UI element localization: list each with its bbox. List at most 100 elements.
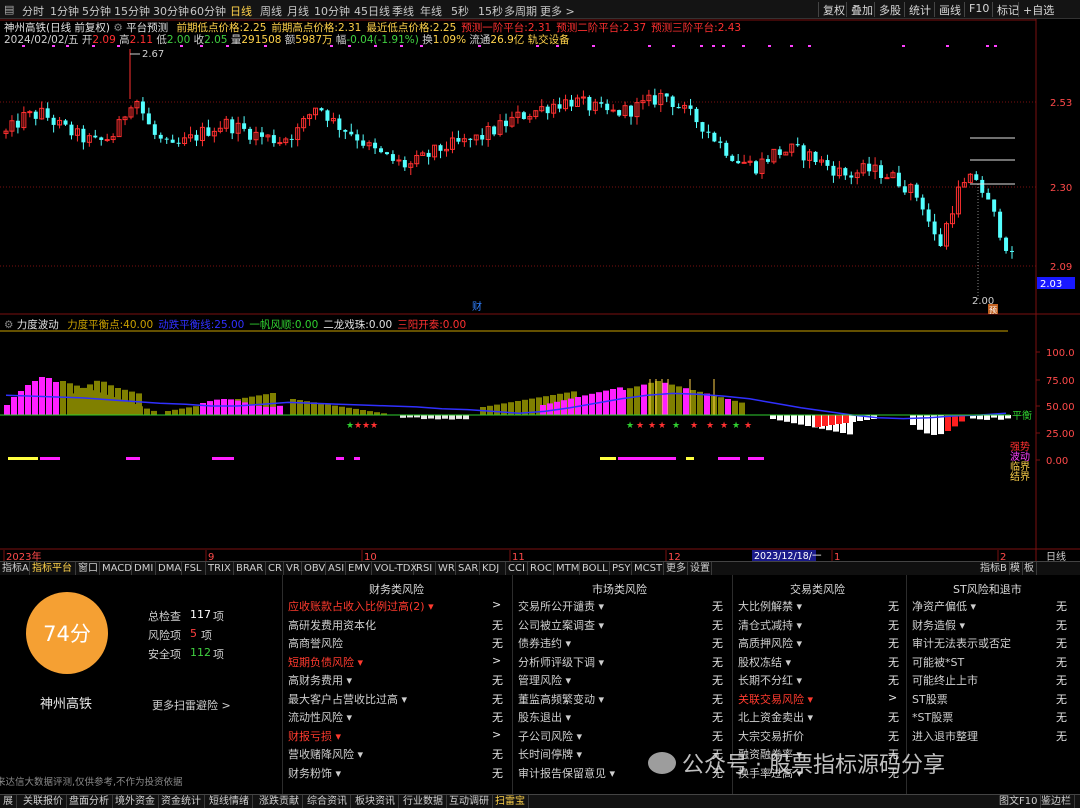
bottom-tab-0[interactable]: 展: [0, 795, 17, 808]
risk-row[interactable]: 大比例解禁 ▾ 无: [738, 598, 904, 616]
period-12[interactable]: 年线: [420, 3, 442, 19]
risk-row[interactable]: 高商誉风险 无: [288, 635, 508, 653]
risk-row[interactable]: 财务粉饰 ▾ 无: [288, 765, 508, 783]
risk-row[interactable]: 股东退出 ▾ 无: [518, 709, 728, 727]
toolbar-button-5[interactable]: F10: [964, 2, 993, 17]
indicator-tab-8[interactable]: BRAR: [234, 562, 266, 576]
risk-row[interactable]: 高财务费用 ▾ 无: [288, 672, 508, 690]
menu-icon[interactable]: ▤: [4, 3, 14, 16]
bottom-right-1[interactable]: 鉴边栏: [1038, 795, 1075, 808]
period-14[interactable]: 15秒: [478, 3, 503, 19]
bottom-tab-9[interactable]: 行业数据: [400, 795, 447, 808]
sub-indicator-name[interactable]: 力度波动: [17, 319, 59, 331]
indicator-tab-20[interactable]: ROC: [528, 562, 554, 576]
risk-row[interactable]: 子公司风险 ▾ 无: [518, 728, 728, 746]
indicator-tab-12[interactable]: ASI: [326, 562, 346, 576]
period-2[interactable]: 5分钟: [82, 3, 111, 19]
indicator-right-1[interactable]: 模: [1008, 562, 1023, 576]
bottom-tab-5[interactable]: 短线情绪: [206, 795, 253, 808]
indicator-tab-10[interactable]: VR: [284, 562, 302, 576]
toolbar-button-2[interactable]: 多股: [874, 2, 905, 17]
bottom-tab-3[interactable]: 境外资金: [112, 795, 159, 808]
risk-row[interactable]: ST股票 无: [912, 691, 1072, 709]
period-3[interactable]: 15分钟: [114, 3, 150, 19]
period-5[interactable]: 60分钟: [190, 3, 226, 19]
toolbar-button-0[interactable]: 复权: [818, 2, 849, 17]
bottom-tab-4[interactable]: 资金统计: [158, 795, 205, 808]
period-15[interactable]: 多周期: [504, 3, 537, 19]
risk-row[interactable]: 公司被立案调查 ▾ 无: [518, 617, 728, 635]
more-scan-link[interactable]: 更多扫雷避险 >: [152, 697, 231, 713]
indicator-right-2[interactable]: 板: [1022, 562, 1037, 576]
indicator-tab-0[interactable]: 指标A: [0, 562, 30, 576]
indicator-tab-6[interactable]: FSL: [182, 562, 206, 576]
period-11[interactable]: 季线: [392, 3, 414, 19]
indicator-tab-18[interactable]: KDJ: [480, 562, 506, 576]
indicator-tab-26[interactable]: 设置: [688, 562, 712, 576]
risk-row[interactable]: 清仓式减持 ▾ 无: [738, 617, 904, 635]
bottom-tab-6[interactable]: 涨跌贡献: [256, 795, 303, 808]
risk-row[interactable]: 分析师评级下调 ▾ 无: [518, 654, 728, 672]
risk-row[interactable]: 北上资金卖出 ▾ 无: [738, 709, 904, 727]
risk-row[interactable]: 高研发费用资本化 无: [288, 617, 508, 635]
risk-row[interactable]: 可能终止上市 无: [912, 672, 1072, 690]
indicator-tab-13[interactable]: EMV: [346, 562, 372, 576]
risk-row[interactable]: 财报亏损 ▾ >: [288, 728, 508, 746]
toolbar-button-1[interactable]: 叠加: [846, 2, 877, 17]
risk-row[interactable]: 关联交易风险 ▾ >: [738, 691, 904, 709]
period-10[interactable]: 45日线: [354, 3, 390, 19]
risk-row[interactable]: 可能被*ST 无: [912, 654, 1072, 672]
indicator-tab-25[interactable]: 更多: [664, 562, 688, 576]
bottom-tab-7[interactable]: 综合资讯: [304, 795, 351, 808]
indicator-tab-5[interactable]: DMA: [156, 562, 182, 576]
sector-label[interactable]: 轨交设备: [528, 34, 570, 46]
period-9[interactable]: 10分钟: [314, 3, 350, 19]
risk-row[interactable]: 董监高频繁变动 ▾ 无: [518, 691, 728, 709]
indicator-tab-22[interactable]: BOLL: [580, 562, 610, 576]
period-7[interactable]: 周线: [260, 3, 282, 19]
risk-row[interactable]: *ST股票 无: [912, 709, 1072, 727]
event-marker[interactable]: 财: [472, 300, 482, 313]
risk-row[interactable]: 最大客户占营收比过高 ▾ 无: [288, 691, 508, 709]
indicator-tab-2[interactable]: 窗口: [76, 562, 100, 576]
indicator-tab-1[interactable]: 指标平台: [30, 562, 76, 576]
indicator-tab-21[interactable]: MTM: [554, 562, 580, 576]
risk-row[interactable]: 流动性风险 ▾ 无: [288, 709, 508, 727]
risk-row[interactable]: 长期不分红 ▾ 无: [738, 672, 904, 690]
risk-row[interactable]: 应收账款占收入比例过高(2) ▾ >: [288, 598, 508, 616]
toolbar-button-3[interactable]: 统计: [904, 2, 935, 17]
period-16[interactable]: 更多 >: [540, 3, 575, 19]
indicator-tab-9[interactable]: CR: [266, 562, 284, 576]
indicator-tab-3[interactable]: MACD: [100, 562, 132, 576]
indicator-tab-16[interactable]: WR: [436, 562, 456, 576]
indicator-tab-23[interactable]: PSY: [610, 562, 632, 576]
period-13[interactable]: 5秒: [451, 3, 469, 19]
risk-row[interactable]: 短期负债风险 ▾ >: [288, 654, 508, 672]
bottom-tab-1[interactable]: 关联报价: [20, 795, 67, 808]
indicator-right-0[interactable]: 指标B: [978, 562, 1010, 576]
bottom-tab-2[interactable]: 盘面分析: [66, 795, 113, 808]
period-1[interactable]: 1分钟: [50, 3, 79, 19]
bottom-tab-10[interactable]: 互动调研: [446, 795, 493, 808]
bottom-tab-11[interactable]: 扫雷宝: [492, 795, 529, 808]
period-8[interactable]: 月线: [287, 3, 309, 19]
indicator-tab-11[interactable]: OBV: [302, 562, 326, 576]
indicator-tab-14[interactable]: VOL-TDX: [372, 562, 417, 576]
indicator-tab-15[interactable]: RSI: [414, 562, 436, 576]
risk-row[interactable]: 大宗交易折价 无: [738, 728, 904, 746]
risk-row[interactable]: 净资产偏低 ▾ 无: [912, 598, 1072, 616]
indicator-tab-17[interactable]: SAR: [456, 562, 480, 576]
risk-row[interactable]: 交易所公开谴责 ▾ 无: [518, 598, 728, 616]
risk-row[interactable]: 管理风险 ▾ 无: [518, 672, 728, 690]
risk-row[interactable]: 进入退市整理 无: [912, 728, 1072, 746]
bottom-right-0[interactable]: 图文F10: [996, 795, 1042, 808]
period-0[interactable]: 分时: [22, 3, 44, 19]
indicator-tab-24[interactable]: MCST: [632, 562, 664, 576]
indicator-tab-19[interactable]: CCI: [506, 562, 528, 576]
kline-chart[interactable]: 2.53 2.30 2.09 2.03 2.672.00 预 财 100.0 75.00 50.0…: [0, 19, 1080, 561]
toolbar-button-4[interactable]: 画线: [934, 2, 965, 17]
bottom-tab-8[interactable]: 板块资讯: [352, 795, 399, 808]
period-6[interactable]: 日线: [230, 3, 252, 19]
indicator-tab-4[interactable]: DMI: [132, 562, 156, 576]
risk-row[interactable]: 债券违约 ▾ 无: [518, 635, 728, 653]
